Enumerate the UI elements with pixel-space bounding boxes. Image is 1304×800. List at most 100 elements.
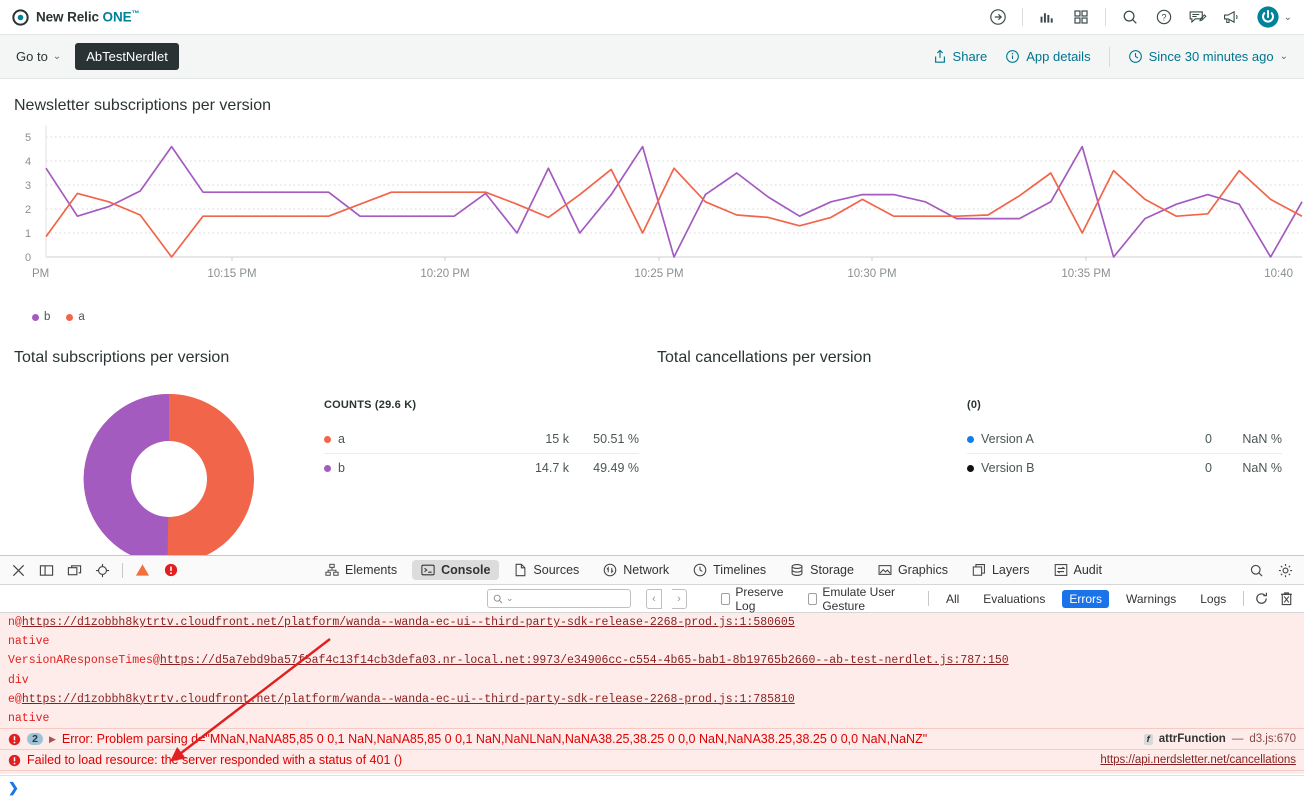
reload-icon[interactable]: [1254, 590, 1269, 607]
top-bar-actions: ? ⌄: [988, 5, 1292, 29]
legend-item-a[interactable]: a: [66, 311, 85, 323]
level-filter-errors[interactable]: Errors: [1062, 589, 1109, 608]
go-to-dropdown[interactable]: Go to ⌄: [16, 49, 61, 64]
chevron-down-icon: ⌄: [1283, 11, 1292, 23]
tab-network[interactable]: Network: [594, 560, 678, 580]
tab-layers[interactable]: Layers: [963, 560, 1039, 580]
search-icon[interactable]: [1120, 7, 1140, 27]
warning-triangle-icon[interactable]: [134, 562, 151, 579]
nerdlet-tab-abtestnerdlet[interactable]: AbTestNerdlet: [75, 43, 179, 70]
gear-icon[interactable]: [1277, 562, 1294, 579]
devtools-toolbar: Elements Console Sources Network Timelin…: [0, 556, 1304, 585]
level-filter-logs[interactable]: Logs: [1193, 590, 1233, 608]
close-icon[interactable]: [10, 562, 27, 579]
dock-left-icon[interactable]: [38, 562, 55, 579]
tab-elements[interactable]: Elements: [316, 560, 406, 580]
row-label-cell: Version A: [967, 432, 1150, 446]
stack-link[interactable]: https://d5a7ebd9ba57f5af4c13f14cb3defa03…: [160, 654, 1009, 667]
error-source: f attrFunction — d3.js:670: [1143, 733, 1296, 745]
row-count: 0: [1205, 432, 1212, 446]
level-filter-evaluations[interactable]: Evaluations: [976, 590, 1052, 608]
level-filter-warnings[interactable]: Warnings: [1119, 590, 1183, 608]
stack-trace-line: e@https://d1zobbh8kytrtv.cloudfront.net/…: [0, 690, 1304, 709]
app-details-label: App details: [1026, 49, 1091, 64]
clear-console-trash-icon[interactable]: [1279, 590, 1294, 607]
row-percent: NaN %: [1242, 461, 1282, 475]
user-account-menu[interactable]: ⌄: [1256, 5, 1292, 29]
stack-link[interactable]: https://d1zobbh8kytrtv.cloudfront.net/pl…: [22, 693, 795, 706]
console-prompt[interactable]: ❯: [0, 775, 1304, 800]
apps-grid-icon[interactable]: [1071, 7, 1091, 27]
nerdlet-actions: Share App details Since 30 minutes ago ⌄: [933, 46, 1288, 67]
series-dot: [967, 464, 974, 472]
console-error-row[interactable]: Failed to load resource: the server resp…: [0, 749, 1304, 770]
expand-triangle-icon[interactable]: ▶: [49, 734, 56, 745]
database-icon: [791, 564, 803, 576]
error-source-link[interactable]: https://api.nerdsletter.net/cancellation…: [1100, 754, 1296, 766]
search-next-button[interactable]: ›: [671, 588, 688, 609]
cancellations-title: Total cancellations per version: [657, 349, 872, 366]
console-filter-bar: ⌄ ‹ › Preserve Log Emulate User Gesture …: [0, 585, 1304, 613]
subscriptions-title: Total subscriptions per version: [14, 349, 230, 366]
console-error-row[interactable]: 2 ▶ Error: Problem parsing d="MNaN,NaNA8…: [0, 728, 1304, 749]
tab-label: Console: [441, 563, 491, 577]
tab-label: Audit: [1073, 563, 1103, 577]
bar-chart-icon[interactable]: [1037, 7, 1057, 27]
feedback-icon[interactable]: [1188, 7, 1208, 27]
inspect-element-icon[interactable]: [94, 562, 111, 579]
table-row[interactable]: Version A 0 NaN %: [967, 425, 1282, 453]
search-icon[interactable]: [1248, 562, 1265, 579]
undock-window-icon[interactable]: [66, 562, 83, 579]
error-source: https://api.nerdsletter.net/cancellation…: [1100, 754, 1296, 766]
brand-text: New Relic ONE™: [36, 9, 140, 25]
tab-label: Sources: [533, 563, 580, 577]
info-circle-icon: [1006, 50, 1020, 63]
time-range-picker[interactable]: Since 30 minutes ago ⌄: [1128, 49, 1288, 64]
app-details-button[interactable]: App details: [1005, 49, 1091, 64]
new-relic-logo[interactable]: New Relic ONE™: [12, 8, 140, 26]
console-error-row[interactable]: ▶ Incorrect auth header index.js:92: [0, 770, 1304, 774]
stack-prefix: VersionAResponseTimes@: [8, 654, 160, 668]
legend-item-b[interactable]: b: [32, 311, 50, 323]
emulate-user-gesture-checkbox[interactable]: Emulate User Gesture: [808, 585, 906, 613]
table-row[interactable]: b 14.7 k 49.49 %: [324, 453, 639, 482]
arrow-right-circle-icon[interactable]: [988, 7, 1008, 27]
svg-text:?: ?: [1161, 13, 1166, 23]
stack-link[interactable]: https://d1zobbh8kytrtv.cloudfront.net/pl…: [22, 616, 795, 629]
tab-label: Storage: [810, 563, 854, 577]
error-source-file[interactable]: d3.js:670: [1249, 733, 1296, 745]
console-log-area[interactable]: n@https://d1zobbh8kytrtv.cloudfront.net/…: [0, 613, 1304, 774]
tab-timelines[interactable]: Timelines: [684, 560, 775, 580]
subscriptions-counts-header: COUNTS (29.6 K): [324, 399, 417, 411]
level-filter-all[interactable]: All: [939, 590, 966, 608]
series-dot: [324, 435, 331, 443]
audit-icon: [1054, 564, 1067, 576]
help-circle-icon[interactable]: ?: [1154, 7, 1174, 27]
line-chart-canvas[interactable]: 0 1 2 3 4 5 PM 10:15 PM 10:20 PM 10:25 PM 10:30 PM…: [14, 115, 1304, 305]
subscriptions-donut[interactable]: [14, 389, 324, 569]
series-dot: [324, 464, 331, 472]
preserve-log-checkbox[interactable]: Preserve Log: [721, 585, 786, 613]
legend-dot: [66, 313, 74, 321]
preserve-log-label: Preserve Log: [735, 584, 784, 613]
table-row[interactable]: a 15 k 50.51 %: [324, 425, 639, 453]
donut-chart-canvas[interactable]: [79, 389, 259, 569]
share-label: Share: [952, 49, 988, 64]
svg-text:10:40: 10:40: [1264, 268, 1293, 280]
tab-graphics[interactable]: Graphics: [869, 560, 957, 580]
time-range-label: Since 30 minutes ago: [1148, 49, 1274, 64]
svg-text:3: 3: [25, 180, 31, 192]
share-button[interactable]: Share: [933, 49, 988, 64]
row-label: Version B: [981, 461, 1035, 475]
search-icon: [493, 594, 503, 603]
table-row[interactable]: Version B 0 NaN %: [967, 453, 1282, 482]
console-search-input[interactable]: ⌄: [487, 589, 632, 608]
row-count: 0: [1205, 461, 1212, 475]
tab-audit[interactable]: Audit: [1045, 560, 1112, 580]
tab-console[interactable]: Console: [412, 560, 500, 580]
tab-sources[interactable]: Sources: [505, 560, 588, 580]
search-prev-button[interactable]: ‹: [646, 588, 662, 609]
error-circle-icon[interactable]: [162, 562, 179, 579]
tab-storage[interactable]: Storage: [781, 560, 863, 580]
megaphone-icon[interactable]: [1222, 7, 1242, 27]
